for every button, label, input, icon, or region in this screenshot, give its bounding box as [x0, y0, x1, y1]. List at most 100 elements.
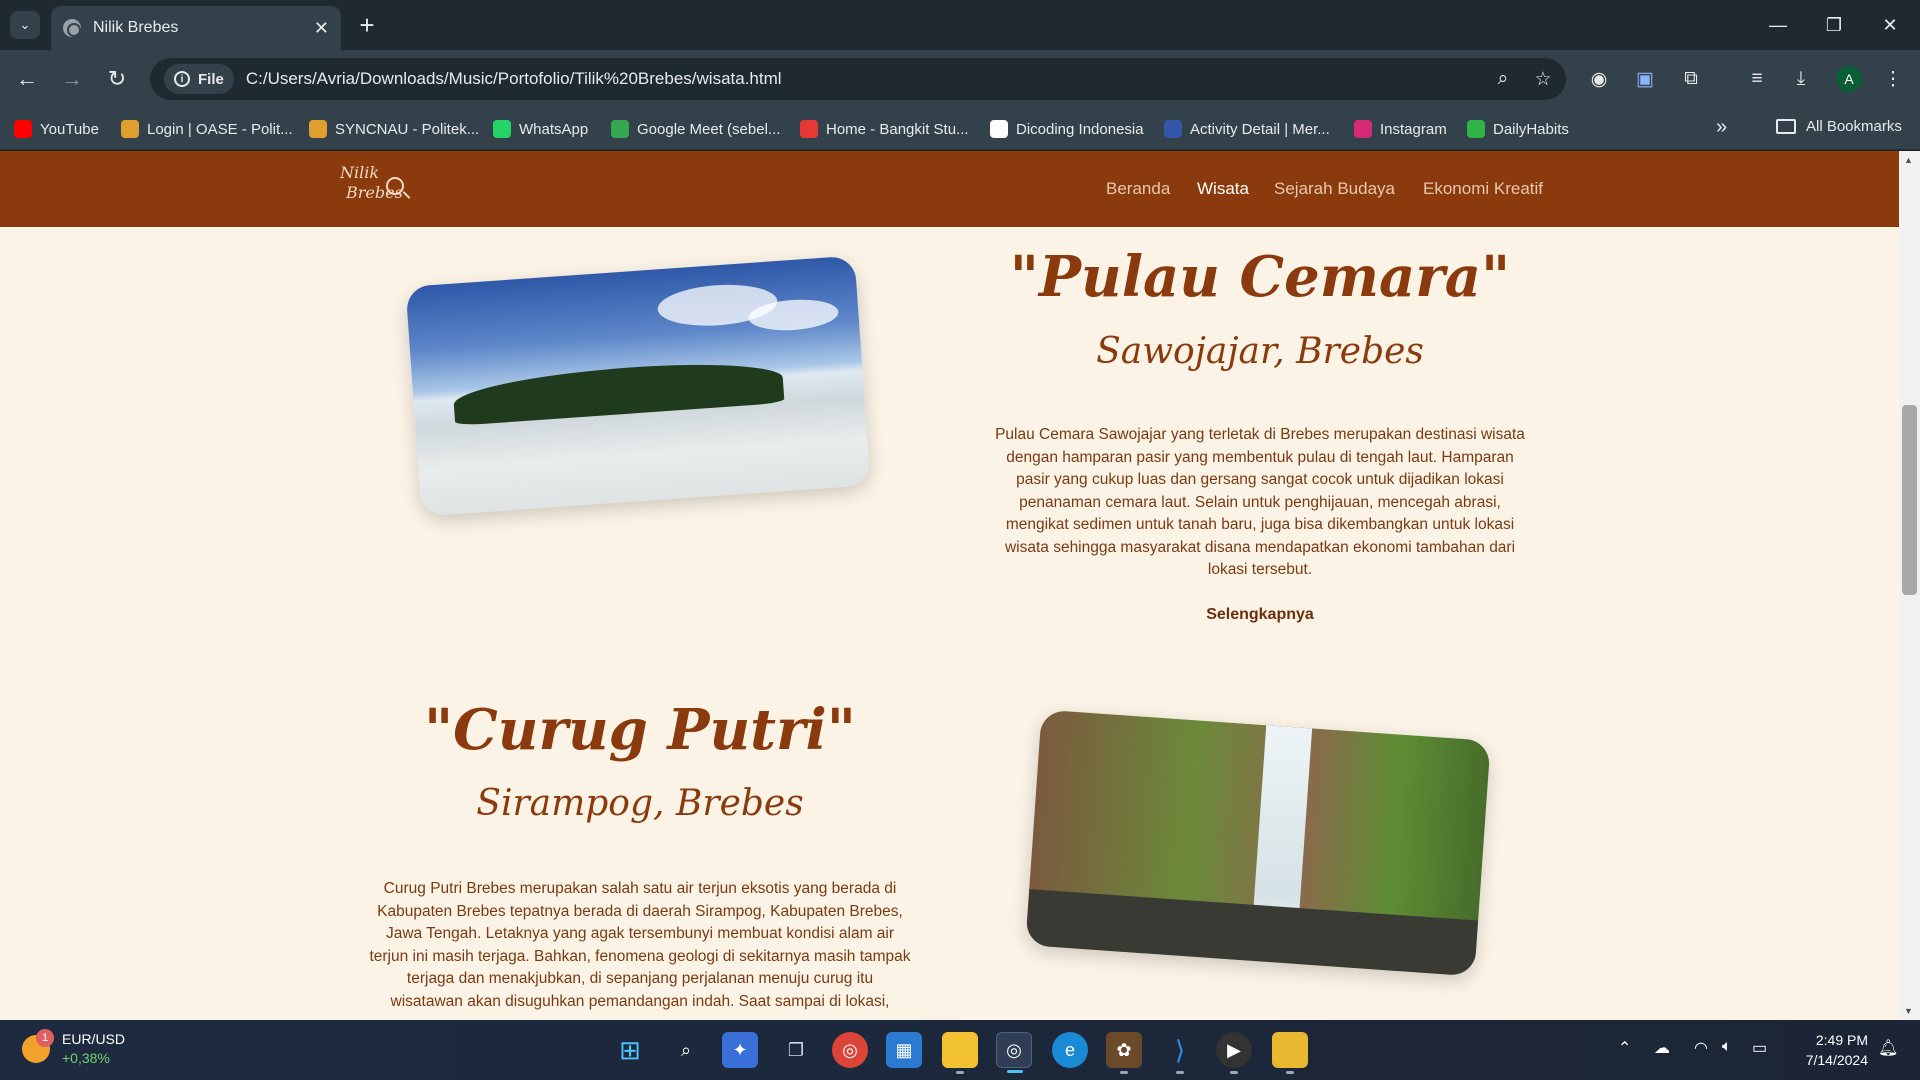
pulau-cemara-description: Pulau Cemara Sawojajar yang terletak di …: [995, 426, 1525, 578]
new-tab-button[interactable]: +: [352, 10, 382, 40]
curug-putri-description: Curug Putri Brebes merupakan salah satu …: [369, 880, 911, 1010]
close-tab-icon[interactable]: ✕: [314, 18, 329, 39]
tab-active[interactable]: Nilik Brebes ✕: [51, 6, 341, 50]
search-icon[interactable]: ⌕: [668, 1032, 704, 1068]
media-control-icon[interactable]: ≡: [1740, 62, 1774, 96]
logo-line-1: Nilik: [340, 163, 380, 182]
site-info-chip[interactable]: i File: [164, 64, 234, 94]
clock-date: 7/14/2024: [1805, 1052, 1868, 1068]
curug-putri-title: "Curug Putri": [424, 697, 856, 763]
browser-toolbar: ← → ↻ i File C:/Users/Avria/Downloads/Mu…: [0, 50, 1920, 108]
file-explorer-icon[interactable]: [942, 1032, 978, 1074]
address-bar[interactable]: i File C:/Users/Avria/Downloads/Music/Po…: [150, 58, 1566, 100]
translate-icon[interactable]: ▣: [1628, 62, 1662, 96]
tab-search-icon[interactable]: ⌄: [10, 11, 40, 39]
show-hidden-icons[interactable]: ⌃: [1618, 1038, 1631, 1058]
activity-icon: [1164, 120, 1182, 138]
bookmark-dicoding[interactable]: Dicoding Indonesia: [990, 118, 1144, 140]
back-icon[interactable]: ←: [12, 64, 42, 94]
bookmark-instagram[interactable]: Instagram: [1354, 118, 1447, 140]
bookmark-bangkit[interactable]: Home - Bangkit Stu...: [800, 118, 969, 140]
onedrive-icon[interactable]: ☁: [1654, 1038, 1670, 1058]
bookmark-dailyhabits[interactable]: DailyHabits: [1467, 118, 1569, 140]
site-navbar: Nilik Brebes Beranda Wisata Sejarah Buda…: [0, 151, 1899, 227]
game-app-icon[interactable]: ✿: [1106, 1032, 1142, 1074]
widget-title: EUR/USD: [62, 1031, 126, 1047]
profile-avatar[interactable]: A: [1836, 66, 1862, 92]
bookmark-oase[interactable]: Login | OASE - Polit...: [121, 118, 293, 140]
system-clock[interactable]: 2:49 PM 7/14/2024: [1782, 1030, 1868, 1070]
widget-change: +0,38%: [62, 1050, 110, 1066]
tab-strip: ⌄ Nilik Brebes ✕ + — ❐ ✕: [0, 0, 1920, 50]
copilot-icon[interactable]: ✦: [722, 1032, 758, 1068]
bookmark-activity-detail[interactable]: Activity Detail | Mer...: [1164, 118, 1330, 140]
page-scrollbar[interactable]: ▲ ▼: [1899, 151, 1920, 1020]
curug-putri-location: Sirampog, Brebes: [476, 783, 804, 824]
bookmark-syncnau[interactable]: SYNCNAU - Politek...: [309, 118, 479, 140]
all-bookmarks-button[interactable]: All Bookmarks: [1776, 118, 1902, 135]
dicoding-icon: [990, 120, 1008, 138]
pulau-cemara-location: Sawojajar, Brebes: [1096, 331, 1424, 372]
bookmark-youtube[interactable]: YouTube: [14, 118, 99, 140]
folder-icon: [1776, 119, 1796, 134]
market-widget[interactable]: 1 EUR/USD +0,38%: [22, 1029, 126, 1068]
curug-putri-image: [1025, 709, 1491, 977]
dailyhabits-icon: [1467, 120, 1485, 138]
scrollbar-thumb[interactable]: [1902, 405, 1917, 595]
extension-spy-icon[interactable]: ◉: [1582, 62, 1616, 96]
more-bookmarks-icon[interactable]: »: [1716, 116, 1727, 139]
download-icon[interactable]: ⤓: [1784, 62, 1818, 96]
bookmarks-bar: YouTube Login | OASE - Polit... SYNCNAU …: [0, 108, 1920, 150]
pulau-cemara-title: "Pulau Cemara": [1009, 244, 1511, 310]
zoom-icon[interactable]: ⌕: [1486, 62, 1520, 96]
instagram-icon: [1354, 120, 1372, 138]
bookmark-star-icon[interactable]: ☆: [1526, 62, 1560, 96]
nav-wisata[interactable]: Wisata: [1197, 179, 1249, 199]
url-text[interactable]: C:/Users/Avria/Downloads/Music/Portofoli…: [246, 69, 1486, 89]
notification-bell-icon[interactable]: 🔔︎: [1878, 1038, 1898, 1058]
chrome-active-icon[interactable]: ◎: [996, 1032, 1032, 1073]
media-player-icon[interactable]: ▶: [1216, 1032, 1252, 1074]
oase-icon: [121, 120, 139, 138]
scroll-up-icon[interactable]: ▲: [1904, 155, 1913, 165]
globe-icon: [63, 19, 81, 37]
forward-icon[interactable]: →: [57, 64, 87, 94]
site-logo[interactable]: Nilik Brebes: [340, 163, 420, 217]
pulau-cemara-image: [405, 255, 871, 517]
vscode-icon[interactable]: ⟩: [1162, 1032, 1198, 1074]
widget-badge: 1: [36, 1029, 54, 1047]
syncnau-icon: [309, 120, 327, 138]
site-info-label: File: [198, 70, 224, 88]
volume-icon[interactable]: 🔈︎: [1722, 1038, 1732, 1056]
nav-ekonomi-kreatif[interactable]: Ekonomi Kreatif: [1423, 179, 1543, 199]
youtube-icon: [14, 120, 32, 138]
task-view-icon[interactable]: ❐: [778, 1032, 814, 1068]
battery-icon[interactable]: ▭: [1752, 1038, 1767, 1058]
minimize-icon[interactable]: —: [1750, 0, 1806, 50]
edge-icon[interactable]: e: [1052, 1032, 1088, 1068]
bookmark-google-meet[interactable]: Google Meet (sebel...: [611, 118, 780, 140]
nav-sejarah-budaya[interactable]: Sejarah Budaya: [1274, 179, 1395, 199]
restore-icon[interactable]: ❐: [1806, 0, 1862, 50]
whatsapp-icon: [493, 120, 511, 138]
clock-time: 2:49 PM: [1815, 1032, 1868, 1048]
magnifier-icon: [386, 177, 404, 195]
page-viewport: Nilik Brebes Beranda Wisata Sejarah Buda…: [0, 151, 1920, 1020]
extensions-puzzle-icon[interactable]: ⧉: [1674, 62, 1708, 96]
chrome-icon[interactable]: ◎: [832, 1032, 868, 1068]
notes-app-icon[interactable]: [1272, 1032, 1308, 1074]
google-meet-icon: [611, 120, 629, 138]
bangkit-icon: [800, 120, 818, 138]
reload-icon[interactable]: ↻: [102, 64, 132, 94]
close-window-icon[interactable]: ✕: [1862, 0, 1918, 50]
menu-kebab-icon[interactable]: ⋮: [1876, 62, 1910, 96]
start-icon[interactable]: ⊞: [612, 1032, 648, 1068]
nav-beranda[interactable]: Beranda: [1106, 179, 1170, 199]
scroll-down-icon[interactable]: ▼: [1904, 1006, 1913, 1016]
pulau-cemara-more-link[interactable]: Selengkapnya: [1160, 606, 1360, 624]
tab-title: Nilik Brebes: [93, 19, 179, 36]
logo-line-2: Brebes: [346, 183, 403, 202]
wifi-icon[interactable]: ◠: [1694, 1038, 1708, 1058]
store-icon[interactable]: ▦: [886, 1032, 922, 1068]
bookmark-whatsapp[interactable]: WhatsApp: [493, 118, 588, 140]
